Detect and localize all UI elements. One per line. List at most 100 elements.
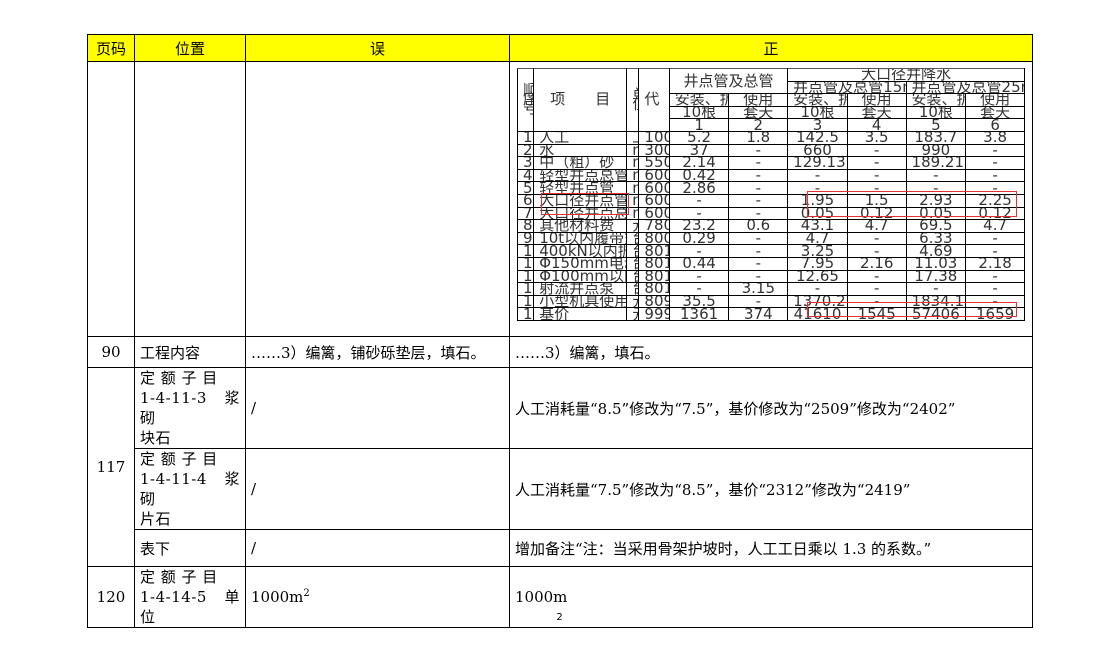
inner-cell: 6009003 — [638, 193, 670, 208]
inner-cell: 1.8 — [728, 130, 789, 145]
inner-cell: - — [668, 269, 730, 284]
inner-col-nums-cell: 3 — [787, 118, 848, 132]
corrected-table-image-cell: 顺序号 项 目 单位 代 号 井点管及总管 大口径井降水 井点管及总管15m以内… — [509, 61, 1033, 337]
inner-cell: - — [728, 206, 789, 221]
inner-sub2b: 井点管及总管25m以内 — [905, 80, 1026, 95]
cell-location: 工程内容 — [134, 336, 246, 368]
cell-wrong: / — [245, 529, 510, 567]
inner-cell: - — [965, 244, 1025, 258]
inner-cell: 元 — [626, 219, 640, 233]
inner-cell: - — [728, 168, 789, 183]
inner-cell: 3.8 — [965, 130, 1025, 145]
inner-group1: 井点管及总管 — [668, 67, 789, 95]
highlight-box-items — [541, 193, 629, 215]
inner-cell: 12 — [516, 269, 535, 284]
inner-cell: - — [965, 143, 1025, 158]
inner-cell: - — [905, 282, 967, 296]
inner-cell: - — [846, 244, 907, 258]
inner-cell: 35.5 — [668, 294, 730, 309]
cell-right: 人工消耗量“8.5”修改为“7.5”，基价修改为“2509”修改为“2402” — [509, 367, 1033, 449]
inner-group2: 大口径井降水 — [787, 68, 1025, 82]
header-location: 位置 — [134, 34, 246, 62]
inner-cell: 12.65 — [787, 269, 848, 284]
inner-cell: - — [728, 294, 789, 309]
inner-cell: 人工 — [533, 130, 628, 145]
inner-cell: 5.2 — [668, 130, 730, 145]
location-line: 1-4-11-4 浆砌 — [140, 470, 240, 508]
inner-cell: 3.25 — [787, 244, 848, 258]
inner-table-row: 13射流井点泵台班8013028-3.15---- — [516, 282, 1025, 296]
inner-cell: 374 — [728, 307, 789, 321]
inner-cell: 2.86 — [668, 181, 730, 195]
inner-cell: - — [728, 143, 789, 158]
inner-cell: 69.5 — [905, 219, 967, 233]
inner-cell: 43.1 — [787, 219, 848, 233]
inner-cell: 4.7 — [846, 219, 907, 233]
cell-location: 定 额 子 目 1-4-11-4 浆砌 片石 — [134, 448, 246, 530]
inner-cell: 6.33 — [905, 231, 967, 246]
cell-right: 增加备注“注：当采用骨架护坡时，人工工日乘以 1.3 的系数。” — [509, 529, 1033, 567]
inner-cell: 0.44 — [668, 256, 730, 271]
header-row: 页码 位置 误 正 — [87, 34, 1033, 62]
inner-cell: 7801001 — [638, 219, 670, 233]
inner-col-units-cell: 套天 — [965, 105, 1025, 120]
inner-cell: 基价 — [533, 307, 628, 321]
inner-col-ops-cell: 使用 — [846, 93, 907, 107]
corrected-table-image: 顺序号 项 目 单位 代 号 井点管及总管 大口径井降水 井点管及总管15m以内… — [516, 67, 1026, 321]
inner-h-item: 项 目 — [533, 68, 628, 132]
header-page: 页码 — [87, 34, 135, 62]
location-line: 定 额 子 目 — [140, 568, 218, 586]
inner-cell: 1361 — [668, 307, 730, 321]
inner-table-row: 1人工工日10010015.21.8142.53.5183.73.8 — [516, 130, 1025, 145]
cell-location: 表下 — [134, 529, 246, 567]
inner-h-code: 代 号 — [638, 68, 670, 132]
inner-cell: - — [846, 282, 907, 296]
inner-cell: 水 — [533, 143, 628, 158]
inner-h-seq: 顺序号 — [516, 68, 535, 132]
inner-cell: 台班 — [626, 269, 640, 284]
location-line: 片石 — [140, 510, 172, 528]
inner-table-row: 910t以内履带式起重机台班80090010.29-4.7-6.33- — [516, 231, 1025, 246]
inner-col-ops-cell: 使用 — [728, 93, 789, 107]
location-line: 1-4-11-3 浆砌 — [140, 389, 240, 427]
inner-cell: 15 — [516, 307, 535, 321]
inner-cell: 3.15 — [728, 282, 789, 296]
wrong-unit: 1000m — [251, 588, 304, 606]
inner-cell: - — [728, 193, 789, 208]
inner-cell: - — [728, 244, 789, 258]
location-line: 块石 — [140, 429, 172, 447]
inner-table-row: 3中（粗）砂m³55030052.14-129.13-189.21- — [516, 156, 1025, 170]
inner-cell: 6009004 — [638, 206, 670, 221]
inner-col-units-cell: 10根 — [787, 105, 848, 120]
inner-col-ops-cell: 安装、拆除 — [668, 93, 730, 107]
inner-cell: 射流井点泵 — [533, 282, 628, 296]
inner-col-nums-cell: 6 — [965, 118, 1025, 132]
inner-cell: m³ — [626, 143, 640, 158]
inner-cell: 9 — [516, 231, 535, 246]
inner-cell: 17.38 — [905, 269, 967, 284]
inner-cell: - — [728, 231, 789, 246]
inner-table-row: 4轻型井点总管m60090010.42----- — [516, 168, 1025, 183]
inner-cell: 7.95 — [787, 256, 848, 271]
inner-cell: 2.16 — [846, 256, 907, 271]
inner-cell: 660 — [787, 143, 848, 158]
inner-cell: 10t以内履带式起重机 — [533, 231, 628, 246]
inner-cell: - — [668, 244, 730, 258]
inner-cell: 4.69 — [905, 244, 967, 258]
inner-cell: - — [728, 156, 789, 170]
inner-cell: - — [787, 282, 848, 296]
inner-cell: 11 — [516, 256, 535, 271]
inner-cell: - — [846, 143, 907, 158]
header-right: 正 — [509, 34, 1033, 62]
inner-cell: 8009001 — [638, 231, 670, 246]
highlight-box-baseprice — [807, 302, 1017, 317]
inner-cell: 6009002 — [638, 181, 670, 195]
inner-cell: 1 — [516, 130, 535, 145]
inner-cell: - — [965, 269, 1025, 284]
inner-col-nums-cell: 5 — [905, 118, 967, 132]
inner-cell: - — [965, 231, 1025, 246]
inner-col-ops-cell: 安装、拆除 — [905, 93, 967, 107]
inner-table-row: 8其他材料费元780100123.20.643.14.769.54.7 — [516, 219, 1025, 233]
table-row: 90 工程内容 ……3）编篱，铺砂砾垫层，填石。 ……3）编篱，填石。 — [87, 336, 1033, 368]
inner-cell: 14 — [516, 294, 535, 309]
